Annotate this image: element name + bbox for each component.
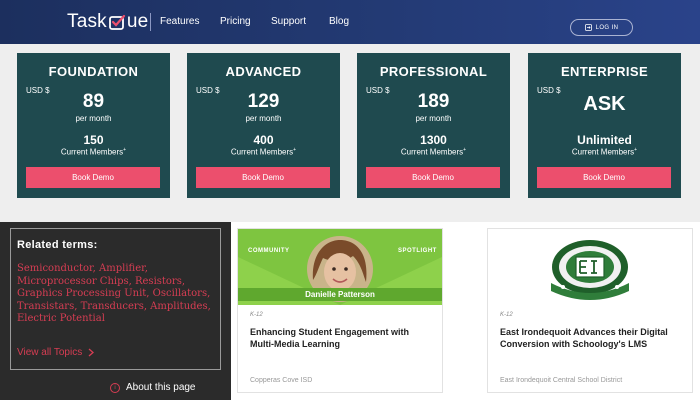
plan-members-label: Current Members+ — [230, 147, 297, 157]
article-title[interactable]: East Irondequoit Advances their Digital … — [500, 326, 685, 350]
plan-name: FOUNDATION — [48, 64, 139, 79]
book-demo-button[interactable]: Book Demo — [196, 167, 330, 188]
article-tag: K-12 — [250, 312, 263, 318]
plan-members: Unlimited — [577, 133, 632, 147]
chevron-right-icon — [88, 348, 95, 357]
book-demo-button[interactable]: Book Demo — [366, 167, 500, 188]
person-name-bar: Danielle Patterson — [238, 288, 442, 301]
plan-period: per month — [75, 114, 112, 123]
view-all-topics-link[interactable]: View all Topics — [17, 347, 95, 358]
plan-members-label: Current Members+ — [400, 147, 467, 157]
community-spotlight-banner: COMMUNITY SPOTLIGHT Danielle Patterson — [238, 229, 442, 305]
book-demo-button[interactable]: Book Demo — [537, 167, 671, 188]
article-card-east-irondequoit[interactable]: K-12 East Irondequoit Advances their Dig… — [487, 228, 693, 393]
plan-name: ADVANCED — [225, 64, 302, 79]
plan-price: ASK — [583, 93, 626, 115]
article-title[interactable]: Enhancing Student Engagement with Multi-… — [250, 326, 435, 350]
info-icon: i — [110, 382, 120, 393]
nav-pricing[interactable]: Pricing — [220, 16, 251, 27]
plan-card-professional: PROFESSIONAL USD $ 189 per month 1300 Cu… — [357, 53, 510, 198]
logo-check-icon — [108, 13, 126, 31]
nav-support[interactable]: Support — [271, 16, 306, 27]
plan-period: per month — [245, 114, 282, 123]
related-terms-box: Related terms: Semiconductor, Amplifier,… — [10, 228, 221, 370]
book-demo-button[interactable]: Book Demo — [26, 167, 160, 188]
login-button[interactable]: LOG IN — [570, 19, 633, 36]
logo-text-suffix: ue — [126, 11, 149, 32]
plan-card-enterprise: ENTERPRISE USD $ ASK Unlimited Current M… — [528, 53, 681, 198]
plan-price: 89 — [82, 91, 105, 112]
top-nav-bar: Task ue Features Pricing Support Blog LO… — [0, 0, 700, 44]
logo-divider — [150, 13, 151, 31]
taskque-logo[interactable]: Task ue — [67, 10, 148, 34]
article-tag: K-12 — [500, 312, 513, 318]
plan-members: 150 — [83, 133, 104, 147]
plan-card-foundation: FOUNDATION USD $ 89 per month 150 Curren… — [17, 53, 170, 198]
nav-blog[interactable]: Blog — [329, 16, 349, 27]
plan-price: 129 — [247, 91, 280, 112]
school-seal-logo — [551, 240, 629, 300]
plan-members-label: Current Members+ — [571, 147, 638, 157]
plan-members: 400 — [253, 133, 274, 147]
related-terms-panel: Related terms: Semiconductor, Amplifier,… — [0, 222, 231, 400]
spotlight-label-right: SPOTLIGHT — [398, 248, 437, 254]
school-logo-banner — [488, 229, 692, 305]
about-this-page-link[interactable]: i About this page — [110, 382, 196, 393]
login-icon — [584, 24, 592, 31]
plan-price: 189 — [417, 91, 450, 112]
article-card-engagement[interactable]: COMMUNITY SPOTLIGHT Danielle Patterson K… — [237, 228, 443, 393]
plan-name: ENTERPRISE — [560, 64, 649, 79]
plan-members: 1300 — [420, 133, 447, 147]
nav-features[interactable]: Features — [160, 16, 199, 27]
login-label: LOG IN — [595, 24, 619, 31]
spotlight-label-left: COMMUNITY — [248, 248, 290, 254]
related-terms-links[interactable]: Semiconductor, Amplifier, Microprocessor… — [17, 263, 213, 326]
view-all-label: View all Topics — [17, 347, 83, 358]
plan-name: PROFESSIONAL — [379, 64, 488, 79]
related-terms-title: Related terms: — [17, 239, 98, 251]
plan-members-label: Current Members+ — [60, 147, 127, 157]
plan-period: per month — [415, 114, 452, 123]
logo-text-prefix: Task — [67, 11, 107, 32]
article-organization: East Irondequoit Central School District — [500, 377, 623, 384]
article-organization: Copperas Cove ISD — [250, 377, 313, 384]
plan-card-advanced: ADVANCED USD $ 129 per month 400 Current… — [187, 53, 340, 198]
about-label: About this page — [126, 382, 196, 393]
